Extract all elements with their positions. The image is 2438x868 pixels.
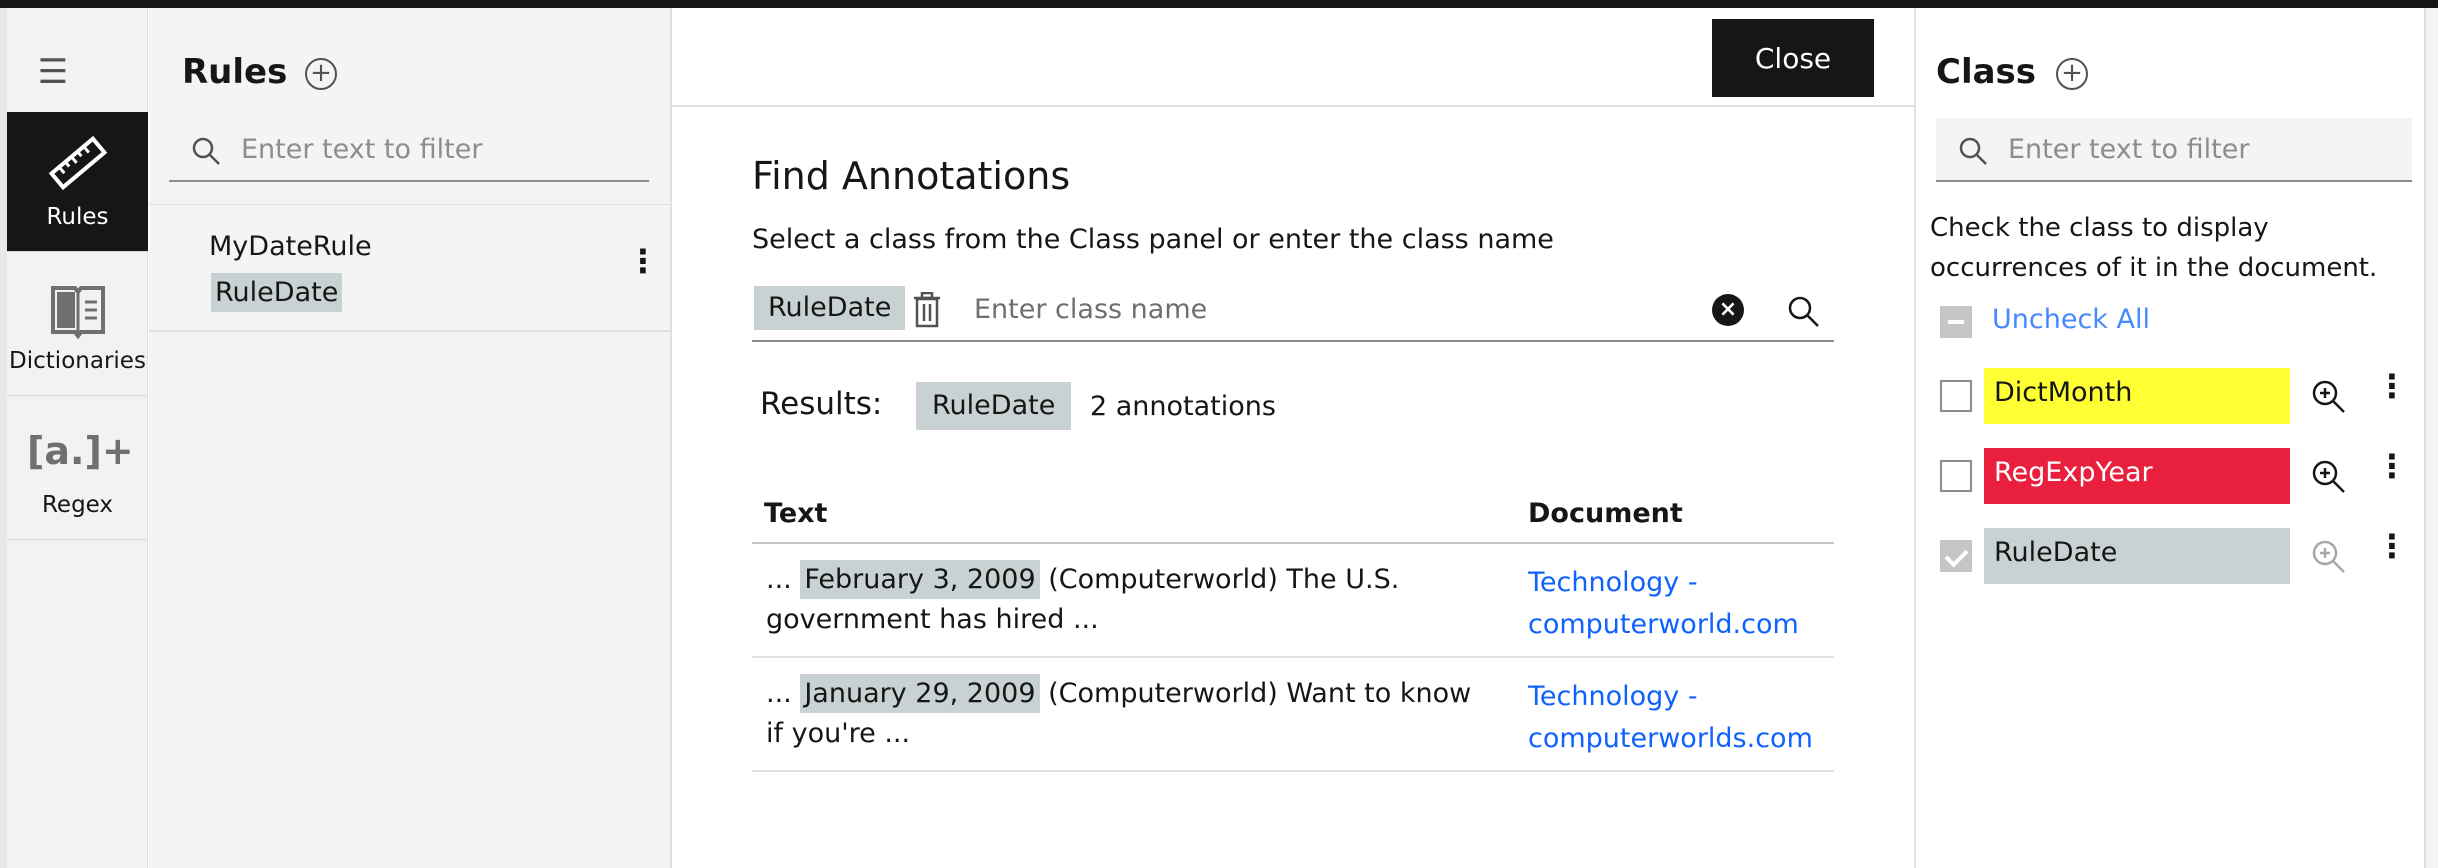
class-name: RegExpYear (1984, 448, 2290, 504)
class-search-row: RuleDate × (752, 280, 1834, 342)
header-document: Document (1528, 498, 1683, 529)
row-text: ... January 29, 2009 (Computerworld) Wan… (766, 674, 1496, 754)
close-button[interactable]: Close (1712, 19, 1874, 97)
rule-item-mydaterule[interactable]: MyDateRule (209, 231, 372, 262)
class-checkbox[interactable] (1940, 540, 1972, 572)
annotation-highlight[interactable]: February 3, 2009 (800, 560, 1040, 599)
zoom-in-icon[interactable] (2310, 378, 2346, 414)
search-icon (192, 137, 220, 165)
search-icon[interactable] (1786, 294, 1820, 328)
class-overflow-menu-icon[interactable]: ⋮ (2376, 370, 2408, 402)
class-name-input[interactable] (974, 280, 1694, 338)
uncheck-all-link[interactable]: Uncheck All (1992, 304, 2150, 335)
clear-icon[interactable]: × (1712, 294, 1744, 326)
add-class-icon[interactable]: + (2056, 58, 2088, 90)
class-search-input[interactable] (2008, 118, 2389, 180)
trash-icon[interactable] (912, 292, 942, 328)
rules-panel: Rules + MyDateRule RuleDate ⋮ (149, 8, 672, 868)
rail-label-dictionaries: Dictionaries (9, 348, 146, 374)
menu-icon[interactable]: ☰ (29, 50, 77, 94)
zoom-in-icon[interactable] (2310, 458, 2346, 494)
selected-class-chip: RuleDate (754, 286, 906, 330)
table-header: Text Document (752, 484, 1834, 544)
class-row-dictmonth: DictMonth ⋮ (1916, 368, 2426, 424)
results-table: Text Document ... February 3, 2009 (Comp… (752, 484, 1834, 772)
class-overflow-menu-icon[interactable]: ⋮ (2376, 530, 2408, 562)
row-text: ... February 3, 2009 (Computerworld) The… (766, 560, 1496, 640)
class-description: Check the class to display occurrences o… (1930, 213, 2378, 283)
rules-title: Rules (182, 52, 288, 92)
find-annotations-panel: Close Find Annotations Select a class fr… (672, 8, 1914, 868)
main-header: Close (672, 8, 1914, 107)
rail-item-regex[interactable]: [a.]+ Regex (7, 400, 148, 540)
results-label: Results: (760, 386, 883, 422)
rules-search (169, 118, 649, 182)
class-name: RuleDate (1984, 528, 2290, 584)
book-icon (51, 286, 105, 340)
class-checkbox[interactable] (1940, 380, 1972, 412)
rule-item-ruledate[interactable]: RuleDate (211, 273, 343, 312)
add-rule-icon[interactable]: + (305, 58, 337, 90)
class-overflow-menu-icon[interactable]: ⋮ (2376, 450, 2408, 482)
rule-list: MyDateRule RuleDate ⋮ (149, 204, 672, 332)
class-row-ruledate: RuleDate ⋮ (1916, 528, 2426, 584)
text-prefix: ... (766, 678, 792, 709)
top-bar (0, 0, 2438, 8)
side-rail: ☰ Rules Dictionaries [a.]+ Regex (7, 8, 148, 868)
header-text: Text (764, 498, 828, 529)
class-title: Class (1936, 52, 2037, 92)
class-search (1936, 118, 2412, 182)
table-row: ... February 3, 2009 (Computerworld) The… (752, 544, 1834, 658)
results-class-chip: RuleDate (916, 382, 1072, 430)
rail-item-rules[interactable]: Rules (7, 112, 148, 252)
rail-label-rules: Rules (46, 204, 109, 230)
regex-icon: [a.]+ (27, 429, 134, 473)
rail-item-dictionaries[interactable]: Dictionaries (7, 256, 148, 396)
document-link[interactable]: Technology - computerworlds.com (1528, 676, 1828, 760)
rail-label-regex: Regex (41, 492, 114, 518)
right-edge (2424, 8, 2438, 868)
class-panel: Class + Check the class to display occur… (1914, 8, 2424, 868)
page-subtitle: Select a class from the Class panel or e… (752, 224, 1554, 255)
ruler-icon (48, 135, 108, 191)
class-name: DictMonth (1984, 368, 2290, 424)
uncheck-all-checkbox[interactable] (1940, 306, 1972, 338)
page-title: Find Annotations (752, 154, 1071, 198)
table-row: ... January 29, 2009 (Computerworld) Wan… (752, 658, 1834, 772)
document-link[interactable]: Technology - computerworld.com (1528, 562, 1828, 646)
text-prefix: ... (766, 564, 792, 595)
annotation-highlight[interactable]: January 29, 2009 (800, 674, 1040, 713)
zoom-in-icon[interactable] (2310, 538, 2346, 574)
search-icon (1959, 137, 1987, 165)
rule-overflow-menu-icon[interactable]: ⋮ (627, 245, 659, 277)
left-edge (0, 8, 7, 868)
class-checkbox[interactable] (1940, 460, 1972, 492)
results-count: 2 annotations (1090, 391, 1276, 422)
rules-search-input[interactable] (241, 118, 625, 180)
class-row-regexpyear: RegExpYear ⋮ (1916, 448, 2426, 504)
